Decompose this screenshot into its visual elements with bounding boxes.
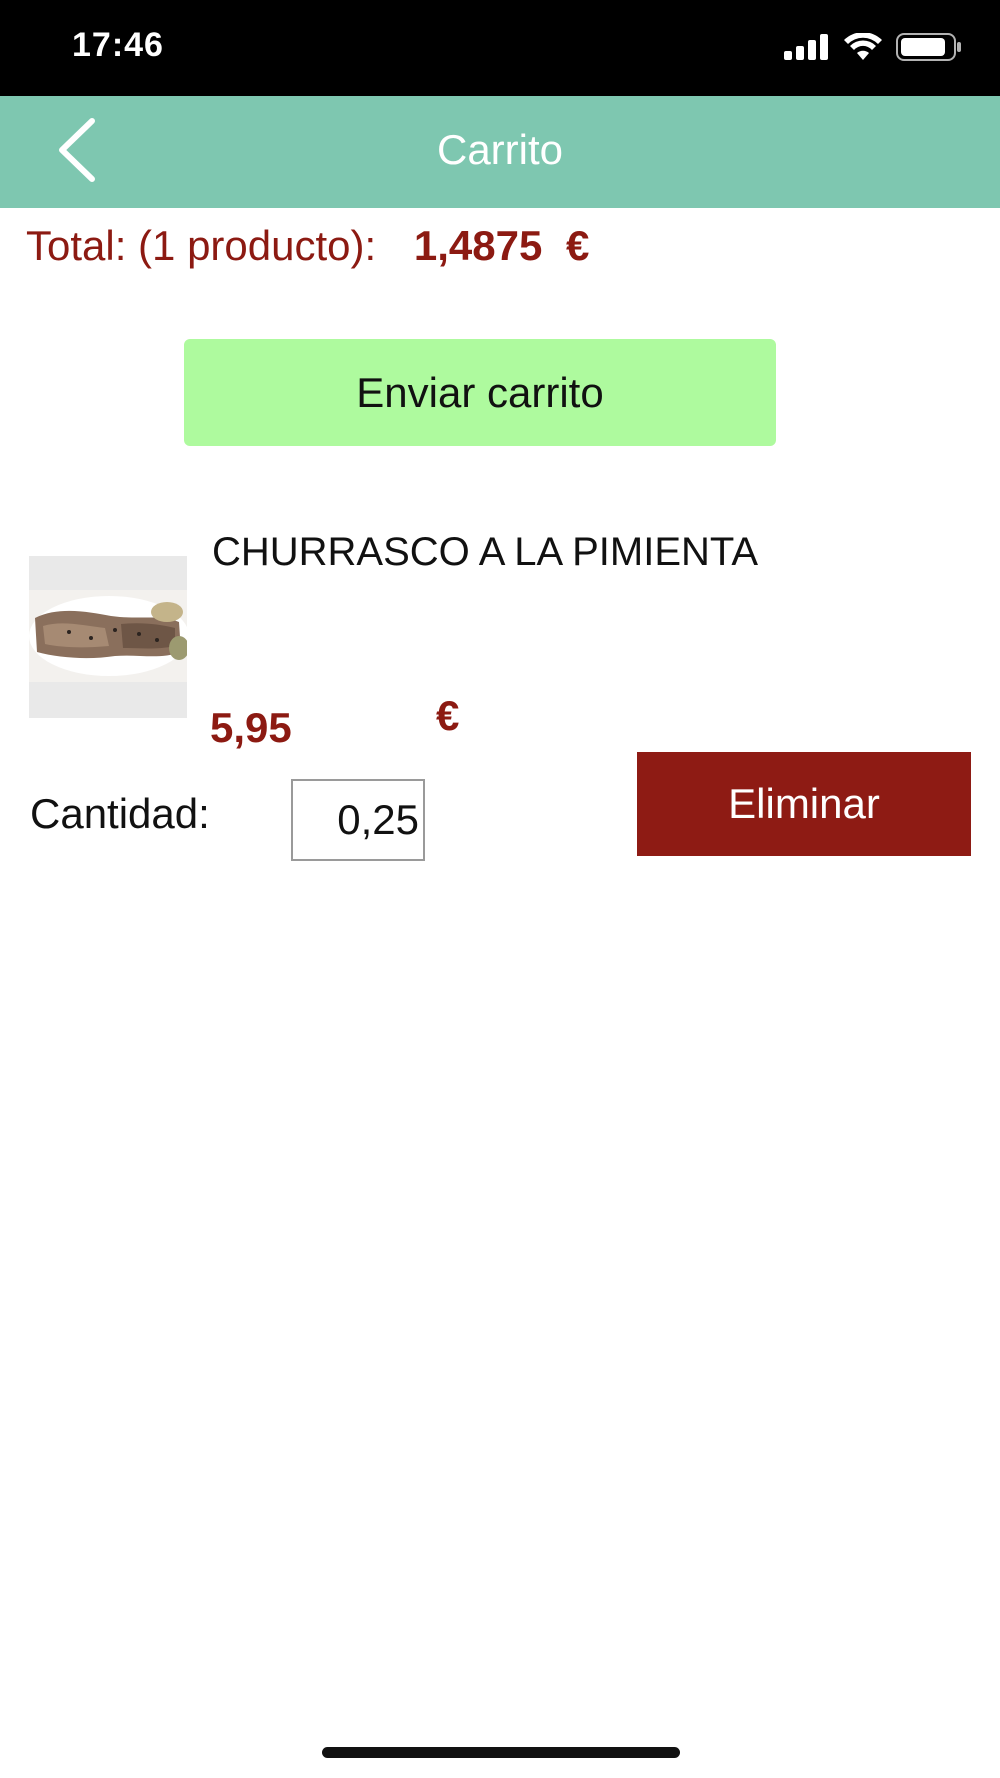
total-currency: € <box>565 222 590 269</box>
total-label: Total: (1 producto): <box>26 222 377 269</box>
status-icons <box>784 31 962 66</box>
cart-total: Total: (1 producto): 1,4875 € <box>26 222 589 270</box>
page-title: Carrito <box>436 126 564 173</box>
home-indicator[interactable] <box>322 1747 680 1758</box>
product-currency: € <box>436 692 460 739</box>
total-value: 1,4875 <box>413 222 543 269</box>
status-time: 17:46 <box>72 26 164 64</box>
quantity-label: Cantidad: <box>30 790 210 837</box>
wifi-icon <box>844 31 882 66</box>
product-name: CHURRASCO A LA PIMIENTA <box>212 530 759 574</box>
send-cart-button[interactable]: Enviar carrito <box>184 339 776 446</box>
delete-button[interactable]: Eliminar <box>637 752 971 856</box>
cart-screen: 17:46 Carrito Total: (1 producto): 1,487… <box>0 0 1000 1778</box>
battery-icon <box>896 32 962 66</box>
quantity-input[interactable] <box>291 779 425 861</box>
status-bar: 17:46 <box>0 0 1000 96</box>
product-image <box>29 556 187 718</box>
cellular-signal-icon <box>784 33 830 65</box>
nav-bar: Carrito <box>0 96 1000 208</box>
product-price: 5,95 <box>210 704 292 751</box>
